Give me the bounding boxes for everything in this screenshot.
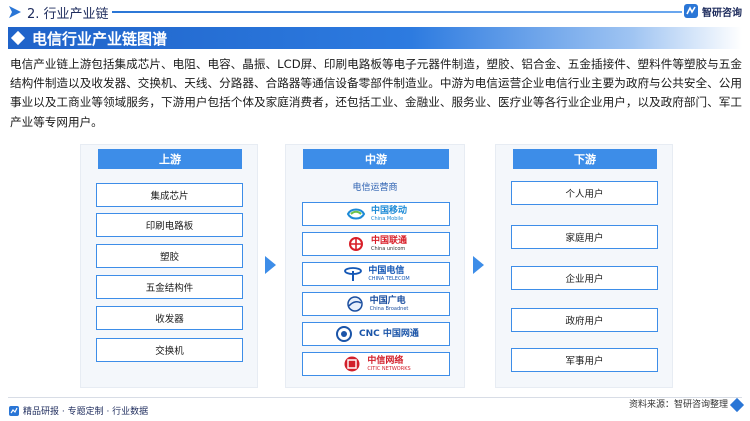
midstream-header: 中游 <box>303 149 449 169</box>
operator-name: 中国广电 <box>369 295 406 306</box>
operator-name-en: China Broadnet <box>369 305 409 312</box>
china-unicom-logo-icon <box>348 237 363 251</box>
brand: 智研咨询 <box>683 3 742 19</box>
upstream-item: 交换机 <box>96 338 243 362</box>
downstream-header: 下游 <box>513 149 657 169</box>
operator-china-mobile: 中国移动 China Mobile <box>302 202 450 226</box>
footer-diamond-icon <box>729 397 745 413</box>
operators-caption: 电信运营商 <box>352 183 398 193</box>
operator-name: 中国移动 <box>370 205 407 216</box>
downstream-item: 个人用户 <box>511 181 658 205</box>
upstream-item: 塑胶 <box>96 244 243 268</box>
brand-logo-icon <box>684 4 698 18</box>
operator-name: CNC 中国网通 <box>359 328 419 339</box>
footer-tagline-group: 精品研报 · 专题定制 · 行业数据 <box>8 404 148 417</box>
footer-tagline: 精品研报 · 专题定制 · 行业数据 <box>23 407 149 417</box>
top-header: 2. 行业产业链 智研咨询 <box>0 0 750 24</box>
section-title: 2. 行业产业链 <box>27 7 109 22</box>
source-note: 资料来源：智研咨询整理 <box>628 400 728 410</box>
operator-citic-networks: 中信网络 CITIC NETWORKS <box>302 352 450 376</box>
title-banner: 电信行业产业链图谱 <box>8 27 742 49</box>
operator-china-broadnet: 中国广电 China Broadnet <box>302 292 450 316</box>
midstream-column: 中游 电信运营商 中国移动 China Mobile 中国联通 China un… <box>285 144 465 388</box>
upstream-item: 集成芯片 <box>96 183 243 207</box>
header-divider <box>112 11 682 13</box>
downstream-item: 政府用户 <box>511 308 658 332</box>
citic-networks-logo-icon <box>344 356 360 372</box>
china-telecom-logo-icon <box>344 267 363 281</box>
china-broadnet-logo-icon <box>346 296 363 312</box>
cnc-logo-icon <box>336 326 353 342</box>
operator-name: 中信网络 <box>367 355 404 366</box>
diamond-icon <box>10 30 26 46</box>
operator-name: 中国电信 <box>368 265 405 276</box>
upstream-to-midstream-arrow-icon <box>265 256 276 274</box>
operator-name-en: CITIC NETWORKS <box>367 365 411 372</box>
section-arrow-icon <box>9 6 21 18</box>
downstream-item: 军事用户 <box>511 348 658 372</box>
upstream-item: 收发器 <box>96 306 243 330</box>
operator-name: 中国联通 <box>370 235 407 246</box>
downstream-column: 下游 个人用户 家庭用户 企业用户 政府用户 军事用户 <box>495 144 673 388</box>
downstream-item: 企业用户 <box>511 266 658 290</box>
operator-china-unicom: 中国联通 China unicom <box>302 232 450 256</box>
midstream-to-downstream-arrow-icon <box>473 256 484 274</box>
page-title: 电信行业产业链图谱 <box>32 30 168 48</box>
downstream-item: 家庭用户 <box>511 225 658 249</box>
upstream-header: 上游 <box>98 149 242 169</box>
operator-china-telecom: 中国电信 CHINA TELECOM <box>302 262 450 286</box>
operator-name-en: China unicom <box>370 245 406 252</box>
description-paragraph: 电信产业链上游包括集成芯片、电阻、电容、晶振、LCD屏、印刷电路板等电子元器件制… <box>10 57 742 129</box>
china-mobile-logo-icon <box>346 208 366 220</box>
operator-name-en: China Mobile <box>370 215 404 222</box>
upstream-item: 印刷电路板 <box>96 213 243 237</box>
operator-name-en: CHINA TELECOM <box>368 275 410 282</box>
operator-cnc: CNC 中国网通 <box>302 322 450 346</box>
upstream-item: 五金结构件 <box>96 275 243 299</box>
report-icon <box>9 405 19 416</box>
upstream-column: 上游 集成芯片 印刷电路板 塑胶 五金结构件 收发器 交换机 <box>80 144 258 388</box>
brand-name: 智研咨询 <box>702 7 742 19</box>
